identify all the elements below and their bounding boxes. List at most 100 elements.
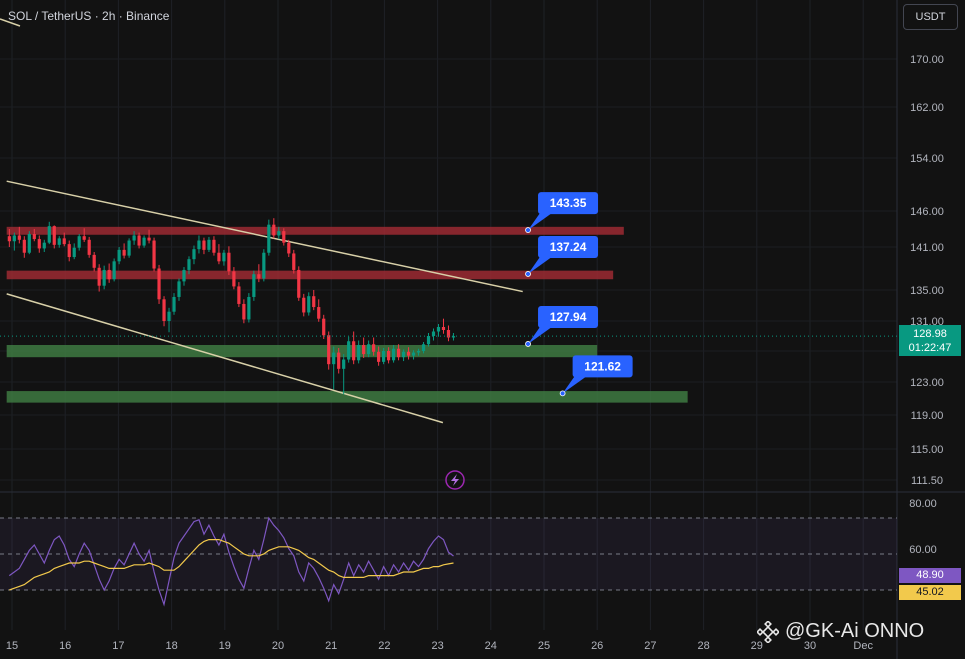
chart-canvas[interactable]: 143.35 137.24 127.94 121.62 170.00 162.00 154.… <box>0 0 965 659</box>
candle-body <box>22 239 26 253</box>
countdown-timer: 01:22:47 <box>908 342 952 354</box>
candle-body <box>137 235 141 246</box>
rsi-tick-label: 60.00 <box>909 544 937 556</box>
candle-body <box>436 327 441 332</box>
candle-body <box>32 234 36 240</box>
candle-body <box>377 351 381 362</box>
time-tick-label: 23 <box>431 640 443 652</box>
candle-body <box>27 234 31 253</box>
candle-body <box>312 296 316 308</box>
time-tick-label: 19 <box>219 640 231 652</box>
currency-button[interactable]: USDT <box>903 4 958 30</box>
candle-body <box>157 268 161 300</box>
candle-body <box>87 239 91 255</box>
price-axis: 170.00162.00154.00146.00141.00135.00131.… <box>909 54 944 556</box>
candle-body <box>362 345 366 355</box>
candle-body <box>277 231 281 236</box>
candle-body <box>172 296 176 312</box>
candle-body <box>192 249 196 260</box>
candle-body <box>357 345 361 361</box>
candles <box>7 218 456 395</box>
candle-body <box>431 331 436 336</box>
candle-body <box>302 297 306 313</box>
callout-label: 137.24 <box>550 240 587 254</box>
candle-body <box>72 247 76 258</box>
candle-body <box>17 235 21 240</box>
candle-body <box>122 249 126 256</box>
candle-body <box>396 348 401 358</box>
time-tick-label: 17 <box>112 640 124 652</box>
candle-body <box>37 239 41 249</box>
candle-body <box>307 296 311 313</box>
candle-body <box>367 344 371 355</box>
last-price-value: 128.98 <box>913 328 947 340</box>
candle-body <box>92 254 96 268</box>
candle-body <box>52 226 56 245</box>
candle-body <box>197 240 201 250</box>
zone-support-121 <box>6 391 688 403</box>
candle-body <box>7 236 11 242</box>
time-tick-label: 24 <box>485 640 497 652</box>
candle-body <box>177 281 181 297</box>
price-callout-121-62: 121.62 <box>559 355 633 397</box>
candle-body <box>421 344 426 351</box>
time-tick-label: 25 <box>538 640 550 652</box>
candle-body <box>217 252 221 262</box>
candle-body <box>117 249 121 262</box>
price-tick-label: 111.50 <box>911 475 943 487</box>
candle-body <box>67 244 71 258</box>
candle-body <box>342 359 346 369</box>
candle-body <box>77 236 81 248</box>
price-tick-label: 162.00 <box>910 102 944 114</box>
price-callout-137-24: 137.24 <box>525 235 599 277</box>
candle-body <box>42 242 46 249</box>
rsi-tick-label: 80.00 <box>909 498 937 510</box>
time-tick-label: 28 <box>697 640 709 652</box>
watermark: @GK-Ai ONNO <box>757 620 924 643</box>
candle-body <box>212 239 216 253</box>
time-tick-label: 15 <box>6 640 18 652</box>
callout-label: 143.35 <box>550 196 587 210</box>
zone-resistance-143 <box>6 226 624 235</box>
candle-body <box>222 252 226 262</box>
candle-body <box>82 236 86 240</box>
callout-anchor-dot <box>559 390 566 397</box>
callout-label: 127.94 <box>550 310 587 324</box>
candle-body <box>57 238 61 245</box>
candle-body <box>142 237 146 246</box>
candle-body <box>426 336 431 345</box>
candle-body <box>272 224 276 236</box>
candle-body <box>102 269 106 286</box>
last-price-tag: 128.98 01:22:47 <box>899 325 961 356</box>
callout-anchor-dot <box>525 227 531 233</box>
price-tick-label: 146.00 <box>910 206 944 218</box>
price-tick-label: 141.00 <box>910 242 944 254</box>
candle-body <box>232 271 236 287</box>
time-tick-label: 22 <box>378 640 390 652</box>
watermark-text: @GK-Ai ONNO <box>785 620 925 642</box>
candle-body <box>322 318 326 336</box>
time-tick-label: 27 <box>644 640 656 652</box>
candle-body <box>237 286 241 304</box>
candle-body <box>347 341 351 360</box>
price-tick-label: 170.00 <box>910 54 944 66</box>
candle-body <box>47 226 51 243</box>
candle-body <box>327 335 331 365</box>
candle-body <box>257 274 261 279</box>
candle-body <box>332 352 336 365</box>
candle-body <box>97 267 101 286</box>
symbol-title[interactable]: SOL / TetherUS · 2h · Binance <box>8 9 169 23</box>
candle-body <box>262 252 266 279</box>
candle-body <box>391 348 396 361</box>
candle-body <box>167 311 171 321</box>
time-tick-label: 26 <box>591 640 603 652</box>
candle-body <box>297 269 301 298</box>
candle-body <box>242 303 246 320</box>
candle-body <box>267 224 271 253</box>
candle-body <box>441 327 446 330</box>
rsi-ma-value-tag: 45.02 <box>899 585 961 600</box>
price-tick-label: 154.00 <box>910 153 944 165</box>
lightning-icon-bolt <box>451 474 459 486</box>
candle-body <box>162 299 166 321</box>
candle-body <box>62 238 66 245</box>
